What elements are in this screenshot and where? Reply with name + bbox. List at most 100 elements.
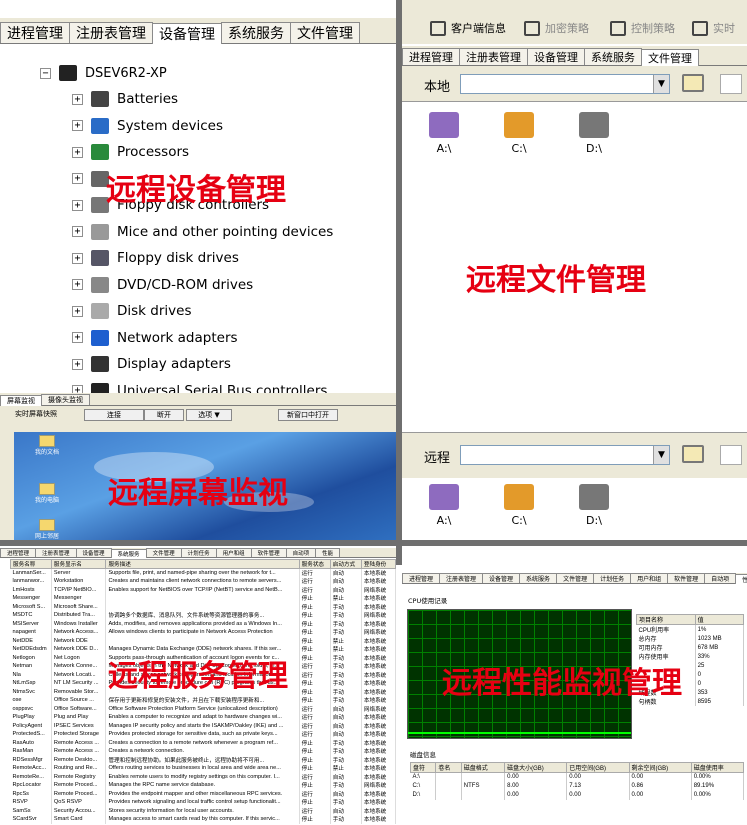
expand-icon[interactable]: + (72, 358, 83, 370)
tab-3[interactable]: 设备管理 (75, 548, 112, 557)
open-folder-icon[interactable] (682, 445, 704, 463)
column-header[interactable]: 服务状态 (298, 559, 331, 569)
chevron-down-icon[interactable]: ▼ (653, 446, 669, 464)
expand-icon[interactable]: + (72, 226, 83, 237)
table-row[interactable]: LanmanSer... Server Supports file, print, … (10, 568, 396, 577)
tab-3[interactable]: 设备管理 (527, 48, 585, 65)
device-category[interactable]: + Network adapters (72, 329, 238, 346)
local-path-combo[interactable]: ▼ (460, 74, 670, 94)
screen-button-1[interactable]: 实时屏幕快照 (10, 409, 62, 421)
tab-2[interactable]: 注册表管理 (69, 22, 153, 43)
tab-10[interactable]: 性能 (315, 548, 341, 557)
tab-1[interactable]: 进程管理 (402, 48, 460, 65)
table-row[interactable]: Microsoft S... Microsoft Share... 停止 手动 本地系统 (10, 602, 396, 611)
column-header[interactable]: 服务显示名 (50, 559, 107, 569)
tab-2[interactable]: 注册表管理 (35, 548, 77, 557)
device-category[interactable]: + Processors (72, 144, 189, 160)
toolbar-button-3[interactable]: 控制策略 (610, 20, 675, 36)
table-row[interactable]: ProtectedS... Protected Storage Provides p… (10, 730, 396, 739)
device-category[interactable]: + Batteries (72, 91, 178, 107)
desktop-icon[interactable]: 我的电脑 (30, 483, 64, 504)
tab-6[interactable]: 计划任务 (180, 548, 217, 557)
tab-2[interactable]: 注册表管理 (459, 48, 528, 65)
table-row[interactable]: NetDDE Network DDE 停止 禁止 本地系统 (10, 636, 396, 645)
tab-8[interactable]: 软件管理 (667, 573, 706, 583)
table-row[interactable]: SamSs Security Accou... Stores security in… (10, 806, 396, 815)
table-row[interactable]: D:\ 0.00 0.00 0.00 0.00% (410, 790, 745, 800)
expand-icon[interactable]: + (72, 173, 83, 184)
screen-button-4[interactable]: 选项 ▼ (186, 409, 232, 421)
drive-item[interactable]: A:\ (414, 112, 474, 155)
drive-item[interactable]: D:\ (564, 484, 624, 527)
column-header[interactable]: 盘符 (409, 762, 437, 773)
tab-2[interactable]: 注册表管理 (439, 573, 484, 583)
tab-1[interactable]: 进程管理 (402, 573, 441, 583)
tab-3[interactable]: 设备管理 (482, 573, 521, 583)
column-header[interactable]: 剩余空间(GB) (628, 762, 692, 773)
table-row[interactable]: osppsvc Office Software... Office Software… (10, 704, 396, 713)
tab-5[interactable]: 文件管理 (290, 22, 360, 43)
table-row[interactable]: ose Office Source ... 保存用于更新和修复的安装文件，并且在下载… (10, 696, 396, 705)
expand-icon[interactable]: + (72, 332, 83, 343)
table-row[interactable]: PolicyAgent IPSEC Services Manages IP secu… (10, 721, 396, 730)
drive-item[interactable]: C:\ (489, 484, 549, 527)
table-row[interactable]: RasAuto Remote Access ... Creates a connec… (10, 738, 396, 747)
tab-8[interactable]: 软件管理 (250, 548, 287, 557)
table-row[interactable]: SCardSvr Smart Card Manages access to smar… (10, 815, 396, 824)
table-row[interactable]: LmHosts TCP/IP NetBIO... Enables support f… (10, 585, 396, 594)
column-header[interactable]: 磁盘格式 (460, 762, 506, 773)
table-row[interactable]: RpcSs Remote Proced... Provides the endpoi… (10, 789, 396, 798)
tab-4[interactable]: 系统服务 (584, 48, 642, 65)
tab-7[interactable]: 用户和组 (630, 573, 669, 583)
screen-button-5[interactable]: 新窗口中打开 (278, 409, 338, 421)
table-row[interactable]: lanmanwor... Workstation Creates and maint… (10, 577, 396, 586)
table-row[interactable]: A:\ 0.00 0.00 0.00 0.00% (410, 772, 745, 782)
tab-1[interactable]: 进程管理 (0, 22, 70, 43)
device-category[interactable]: + Mice and other pointing devices (72, 223, 333, 240)
collapse-icon[interactable]: − (40, 67, 51, 79)
column-header[interactable]: 磁盘大小(GB) (504, 762, 568, 773)
device-category[interactable]: + System devices (72, 117, 223, 134)
expand-icon[interactable]: + (72, 252, 83, 264)
new-file-icon[interactable] (720, 445, 742, 465)
toolbar-button-1[interactable]: 客户端信息 (430, 20, 506, 36)
tab-5[interactable]: 文件管理 (145, 548, 182, 557)
table-row[interactable]: RemoteAcc... Routing and Re... Offers rout… (10, 764, 396, 773)
tab-10[interactable]: 性能 (735, 574, 747, 584)
expand-icon[interactable]: + (72, 93, 83, 105)
column-header[interactable]: 已用空间(GB) (566, 762, 630, 773)
new-file-icon[interactable] (720, 74, 742, 94)
device-category[interactable]: + Floppy disk drives (72, 250, 239, 266)
tab-4[interactable]: 系统服务 (519, 573, 558, 583)
table-row[interactable]: MSIServer Windows Installer Adds, modifies… (10, 619, 396, 628)
tab-1[interactable]: 进程管理 (0, 548, 37, 557)
screen-button-3[interactable]: 断开 (144, 409, 184, 421)
expand-icon[interactable]: + (72, 146, 83, 158)
tab-5[interactable]: 文件管理 (641, 49, 699, 66)
device-category[interactable]: + DVD/CD-ROM drives (72, 276, 253, 293)
desktop-icon[interactable]: 网上邻居 (30, 519, 64, 540)
table-row[interactable]: RSVP QoS RSVP Provides network signaling a… (10, 798, 396, 807)
table-row[interactable]: RpcLocator Remote Proced... Manages the RP… (10, 781, 396, 790)
toolbar-button-4[interactable]: 实时 (692, 20, 735, 36)
tab-3[interactable]: 设备管理 (152, 23, 222, 44)
table-row[interactable]: RemoteRe... Remote Registry Enables remote… (10, 772, 396, 781)
tab-9[interactable]: 自动项 (704, 573, 737, 583)
table-row[interactable]: Messenger Messenger 停止 禁止 本地系统 (10, 594, 396, 603)
drive-item[interactable]: C:\ (489, 112, 549, 155)
table-row[interactable]: RDSessMgr Remote Deskto... 管理和控制远程协助。如果此服务… (10, 755, 396, 764)
tab-9[interactable]: 自动项 (285, 548, 317, 557)
expand-icon[interactable]: + (72, 305, 83, 317)
tab-2[interactable]: 摄像头监视 (41, 394, 90, 405)
tab-4[interactable]: 系统服务 (110, 549, 147, 558)
column-header[interactable]: 卷名 (435, 762, 462, 773)
table-row[interactable]: C:\ NTFS 8.00 7.13 0.86 89.19% (410, 781, 745, 791)
remote-path-combo[interactable]: ▼ (460, 445, 670, 465)
column-header[interactable]: 启动方式 (329, 559, 362, 569)
column-header[interactable]: 登陆身份 (360, 559, 396, 569)
chevron-down-icon[interactable]: ▼ (653, 75, 669, 93)
computer-node[interactable]: − DSEV6R2-XP (40, 65, 167, 81)
drive-item[interactable]: D:\ (564, 112, 624, 155)
expand-icon[interactable]: + (72, 120, 83, 131)
tab-1[interactable]: 屏幕监视 (0, 395, 42, 406)
